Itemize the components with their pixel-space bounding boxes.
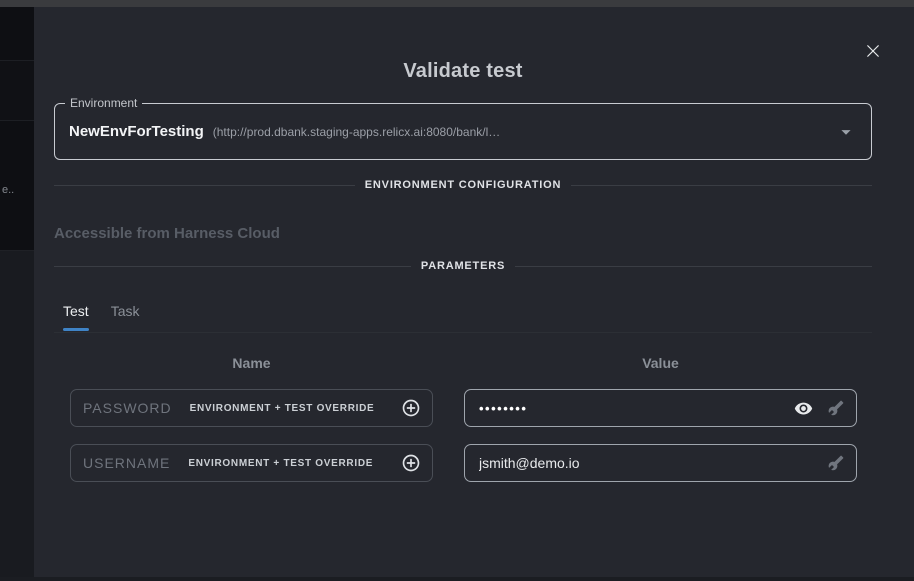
validate-test-dialog: Validate test Environment NewEnvForTesti…	[34, 7, 914, 581]
environment-configuration-divider: ENVIRONMENT CONFIGURATION	[54, 178, 872, 192]
password-value-field[interactable]: ••••••••	[464, 389, 857, 427]
tab-test[interactable]: Test	[63, 303, 89, 331]
wrench-icon[interactable]	[828, 400, 844, 416]
background-sidebar-segment	[0, 250, 34, 581]
dialog-title: Validate test	[54, 60, 872, 83]
wrench-icon[interactable]	[828, 455, 844, 471]
override-badge: ENVIRONMENT + TEST OVERRIDE	[190, 403, 375, 414]
parameters-divider: PARAMETERS	[54, 259, 872, 273]
parameter-value[interactable]: jsmith@demo.io	[479, 455, 828, 471]
add-circle-icon[interactable]	[401, 398, 421, 418]
parameter-value[interactable]: ••••••••	[479, 401, 794, 416]
eye-icon[interactable]	[794, 399, 813, 418]
background-sidebar-segment	[0, 60, 34, 120]
environment-selected-url: (http://prod.dbank.staging-apps.relicx.a…	[213, 125, 501, 139]
environment-configuration-heading: ENVIRONMENT CONFIGURATION	[365, 179, 561, 191]
column-header-value: Value	[464, 355, 857, 371]
parameter-name: PASSWORD	[83, 400, 172, 416]
username-value-field[interactable]: jsmith@demo.io	[464, 444, 857, 482]
background-clipped-text: e..	[2, 184, 14, 196]
parameters-heading: PARAMETERS	[421, 260, 505, 272]
environment-select[interactable]: Environment NewEnvForTesting (http://pro…	[54, 103, 872, 160]
parameters-tabs: Test Task	[54, 303, 872, 333]
background-bottom-bar	[0, 577, 914, 581]
tabs-divider-line	[54, 332, 872, 333]
divider-line	[54, 266, 411, 267]
environment-selected-name: NewEnvForTesting	[69, 123, 204, 140]
divider-line	[571, 185, 872, 186]
environment-select-label: Environment	[65, 96, 142, 110]
background-top-bar	[0, 0, 914, 7]
username-name-field[interactable]: USERNAME ENVIRONMENT + TEST OVERRIDE	[70, 444, 433, 482]
background-sidebar: e..	[0, 7, 34, 581]
add-circle-icon[interactable]	[401, 453, 421, 473]
chevron-down-icon	[835, 121, 857, 143]
background-sidebar-segment	[0, 7, 34, 60]
override-badge: ENVIRONMENT + TEST OVERRIDE	[188, 458, 373, 469]
background-sidebar-segment: e..	[0, 120, 34, 250]
divider-line	[515, 266, 872, 267]
column-header-name: Name	[70, 355, 433, 371]
divider-line	[54, 185, 355, 186]
parameter-name: USERNAME	[83, 455, 170, 471]
environment-accessibility-text: Accessible from Harness Cloud	[54, 225, 280, 242]
tab-task[interactable]: Task	[111, 303, 140, 331]
password-name-field[interactable]: PASSWORD ENVIRONMENT + TEST OVERRIDE	[70, 389, 433, 427]
